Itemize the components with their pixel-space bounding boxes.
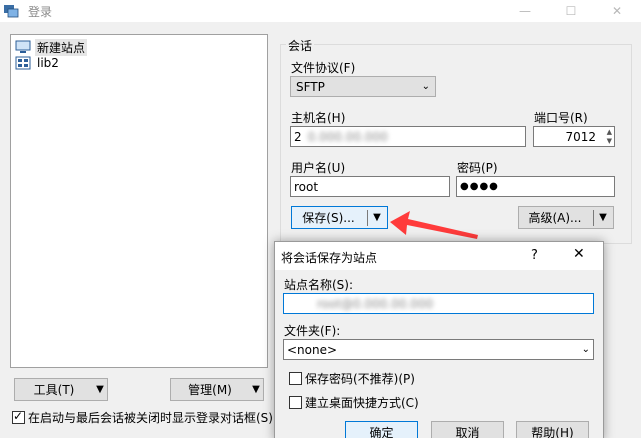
monitor-icon [15,40,31,54]
password-input[interactable]: ●●●● [456,176,615,197]
ok-button-label: 确定 [369,425,394,438]
session-group-label: 会话 [286,37,315,54]
site-tree[interactable]: 新建站点 lib2 [10,34,268,368]
save-button[interactable]: 保存(S)... ▼ [291,206,388,229]
save-password-label: 保存密码(不推荐)(P) [305,372,415,386]
host-value: 2 [294,129,302,144]
user-label: 用户名(U) [291,161,346,175]
title-bar: 登录 — ☐ ✕ [0,0,641,22]
host-label: 主机名(H) [291,111,346,125]
startup-login-checkbox[interactable]: 在启动与最后会话被关闭时显示登录对话框(S) [12,409,273,426]
dialog-title: 将会话保存为站点 [281,251,378,265]
host-redacted-text: 0.000.00.000 [307,129,388,144]
host-input[interactable]: 2 0.000.00.000 [290,126,526,147]
startup-login-label: 在启动与最后会话被关闭时显示登录对话框(S) [28,411,273,425]
desktop-shortcut-checkbox[interactable]: 建立桌面快捷方式(C) [289,394,419,411]
chevron-down-icon: ▼ [96,384,104,395]
username-value: root [294,179,319,194]
password-value: ●●●● [460,181,499,192]
protocol-label: 文件协议(F) [291,61,356,75]
advanced-button[interactable]: 高级(A)... ▼ [518,206,614,229]
protocol-select[interactable]: SFTP ⌄ [290,76,436,97]
site-name-label: 站点名称(S): [284,278,354,292]
checkbox-checked-icon [12,409,25,424]
checkbox-unchecked-icon [289,396,302,409]
maximize-button[interactable]: ☐ [548,0,594,22]
ok-button[interactable]: 确定 [345,421,418,438]
site-item-lib2[interactable]: lib2 [15,55,61,71]
folder-select[interactable]: <none> ⌄ [283,339,594,360]
folder-value: <none> [287,342,338,357]
site-name-input[interactable]: root@0.000.00.000 [283,293,594,314]
manage-button-label: 管理(M) [188,383,232,397]
site-item-new[interactable]: 新建站点 [15,38,88,56]
split-divider [367,209,368,226]
tools-button[interactable]: 工具(T) ▼ [14,378,108,401]
chevron-down-icon: ⌄ [581,344,590,355]
port-label: 端口号(R) [534,111,588,125]
save-password-checkbox[interactable]: 保存密码(不推荐)(P) [289,370,415,387]
cancel-button[interactable]: 取消 [431,421,504,438]
tools-button-label: 工具(T) [33,383,75,397]
help-button-label: 帮助(H) [531,425,574,438]
cancel-button-label: 取消 [455,425,480,438]
dialog-close-button[interactable]: ✕ [573,246,585,262]
winscp-app-icon [4,5,19,18]
port-spinner-icon[interactable]: ▲ ▼ [607,128,612,146]
help-button[interactable]: 帮助(H) [516,421,589,438]
manage-button[interactable]: 管理(M) ▼ [170,378,264,401]
folder-label: 文件夹(F): [284,324,341,338]
desktop-shortcut-label: 建立桌面快捷方式(C) [305,396,419,410]
annotation-arrow-icon [390,211,478,239]
port-value: 7012 [565,129,596,144]
dialog-title-bar: 将会话保存为站点 ? ✕ [275,242,603,270]
chevron-down-icon: ⌄ [421,81,430,92]
site-item-label: lib2 [37,56,59,70]
chevron-down-icon: ▼ [252,384,260,395]
site-name-redacted-text: root@0.000.00.000 [317,296,434,311]
save-button-label: 保存(S)... [302,211,355,225]
port-input[interactable]: 7012 ▲ ▼ [533,126,615,147]
minimize-button[interactable]: — [502,0,548,22]
site-item-label: 新建站点 [35,38,88,56]
dialog-help-icon[interactable]: ? [531,248,538,263]
dropdown-arrow-icon[interactable]: ▼ [596,212,610,223]
site-icon [15,56,31,70]
username-input[interactable]: root [290,176,450,197]
advanced-button-label: 高级(A)... [528,211,582,225]
close-button[interactable]: ✕ [594,0,640,22]
protocol-value: SFTP [296,79,325,94]
window-title: 登录 [28,5,53,19]
checkbox-unchecked-icon [289,372,302,385]
save-session-dialog: 将会话保存为站点 ? ✕ 站点名称(S): root@0.000.00.000 … [274,241,604,438]
password-label: 密码(P) [457,161,498,175]
split-divider [593,209,594,226]
